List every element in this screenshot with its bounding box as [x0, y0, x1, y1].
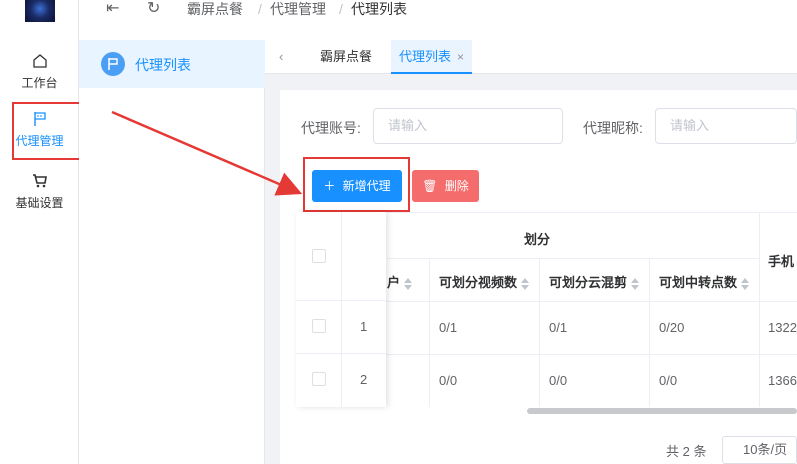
nickname-label: 代理昵称: — [583, 120, 643, 136]
cell-video: 0/0 — [439, 373, 458, 388]
tab-bar: ‹ 霸屏点餐 代理列表 × — [265, 40, 797, 74]
cell-transfer: 0/20 — [659, 320, 685, 335]
header-divider — [387, 258, 759, 259]
col-divider — [539, 258, 540, 407]
breadcrumb-item[interactable]: 代理管理 — [270, 0, 326, 18]
cell-video: 0/1 — [439, 320, 458, 335]
rail-item-basic-settings[interactable]: 基础设置 — [0, 172, 79, 211]
column-header[interactable]: 户 — [387, 272, 413, 291]
delete-button[interactable]: 🗑 删除 — [412, 170, 479, 202]
breadcrumb-item[interactable]: 霸屏点餐 — [187, 0, 243, 18]
cell-transfer: 0/0 — [659, 373, 678, 388]
submenu-item-agent-list[interactable]: 代理列表 — [79, 40, 265, 88]
column-header[interactable]: 可划中转点数 — [659, 272, 750, 291]
breadcrumb-separator: / — [258, 1, 262, 17]
close-icon[interactable]: × — [457, 50, 464, 64]
column-header-label: 可划中转点数 — [659, 275, 738, 290]
pager-total: 共 2 条 — [666, 444, 707, 459]
tab-label: 代理列表 — [399, 49, 452, 64]
column-header[interactable]: 可划分视频数 — [439, 272, 530, 291]
cart-icon — [32, 174, 47, 188]
phone-header: 手机 — [768, 254, 795, 269]
submenu: 代理列表 — [79, 40, 265, 464]
fold-menu-icon[interactable]: ⇤ — [106, 0, 119, 18]
group-header: 划分 — [524, 232, 551, 247]
select-all-checkbox[interactable] — [312, 249, 326, 263]
sort-icon[interactable] — [631, 277, 640, 290]
table-fixed-columns: 1 2 — [296, 212, 386, 407]
breadcrumb-current: 代理列表 — [351, 1, 407, 17]
column-header-label: 可划分云混剪 — [549, 275, 628, 290]
flag-icon — [101, 52, 125, 76]
row-checkbox[interactable] — [312, 319, 326, 333]
rail-item-label: 工作台 — [21, 76, 58, 90]
cell-phone: 1322 — [768, 320, 797, 335]
submenu-item-label: 代理列表 — [135, 57, 191, 73]
sort-icon[interactable] — [521, 277, 530, 290]
cell-cloud: 0/0 — [549, 373, 568, 388]
account-label: 代理账号: — [301, 120, 361, 136]
annotation-box-add — [303, 157, 410, 212]
nickname-input[interactable]: 请输入 — [655, 108, 797, 144]
row-divider — [296, 353, 386, 354]
home-icon — [32, 54, 47, 68]
breadcrumb-separator: / — [339, 1, 343, 17]
icon-rail: 工作台 代理管理 基础设置 — [0, 0, 79, 464]
sort-icon[interactable] — [741, 277, 750, 290]
cell-cloud: 0/1 — [549, 320, 568, 335]
account-input[interactable]: 请输入 — [373, 108, 563, 144]
rail-item-workbench[interactable]: 工作台 — [0, 52, 79, 91]
col-divider — [649, 258, 650, 407]
table-horizontal-scrollbar[interactable] — [527, 408, 797, 414]
refresh-icon[interactable]: ↻ — [147, 0, 160, 18]
rail-item-label: 基础设置 — [15, 196, 64, 210]
row-divider — [296, 300, 386, 301]
top-header: ⇤ ↻ 霸屏点餐 / 代理管理 / 代理列表 — [79, 0, 797, 40]
column-header[interactable]: 可划分云混剪 — [549, 272, 640, 291]
app-logo — [25, 0, 55, 22]
cell-index: 2 — [360, 372, 368, 387]
tab-agent-list[interactable]: 代理列表 × — [391, 40, 473, 74]
trash-icon: 🗑 — [422, 179, 438, 193]
cell-phone: 1366 — [768, 373, 797, 388]
page-size-select[interactable]: 10条/页 — [722, 436, 797, 464]
delete-label: 删除 — [444, 179, 469, 193]
column-header-label: 可划分视频数 — [439, 275, 518, 290]
col-divider — [341, 212, 342, 407]
col-divider — [429, 258, 430, 407]
column-header-label: 户 — [387, 275, 401, 290]
sort-icon[interactable] — [404, 277, 413, 290]
tab-bapingdiancan[interactable]: 霸屏点餐 — [320, 40, 372, 74]
col-divider — [759, 213, 760, 407]
cell-index: 1 — [360, 319, 368, 334]
tab-scroll-left-icon[interactable]: ‹ — [279, 40, 283, 74]
row-checkbox[interactable] — [312, 372, 326, 386]
